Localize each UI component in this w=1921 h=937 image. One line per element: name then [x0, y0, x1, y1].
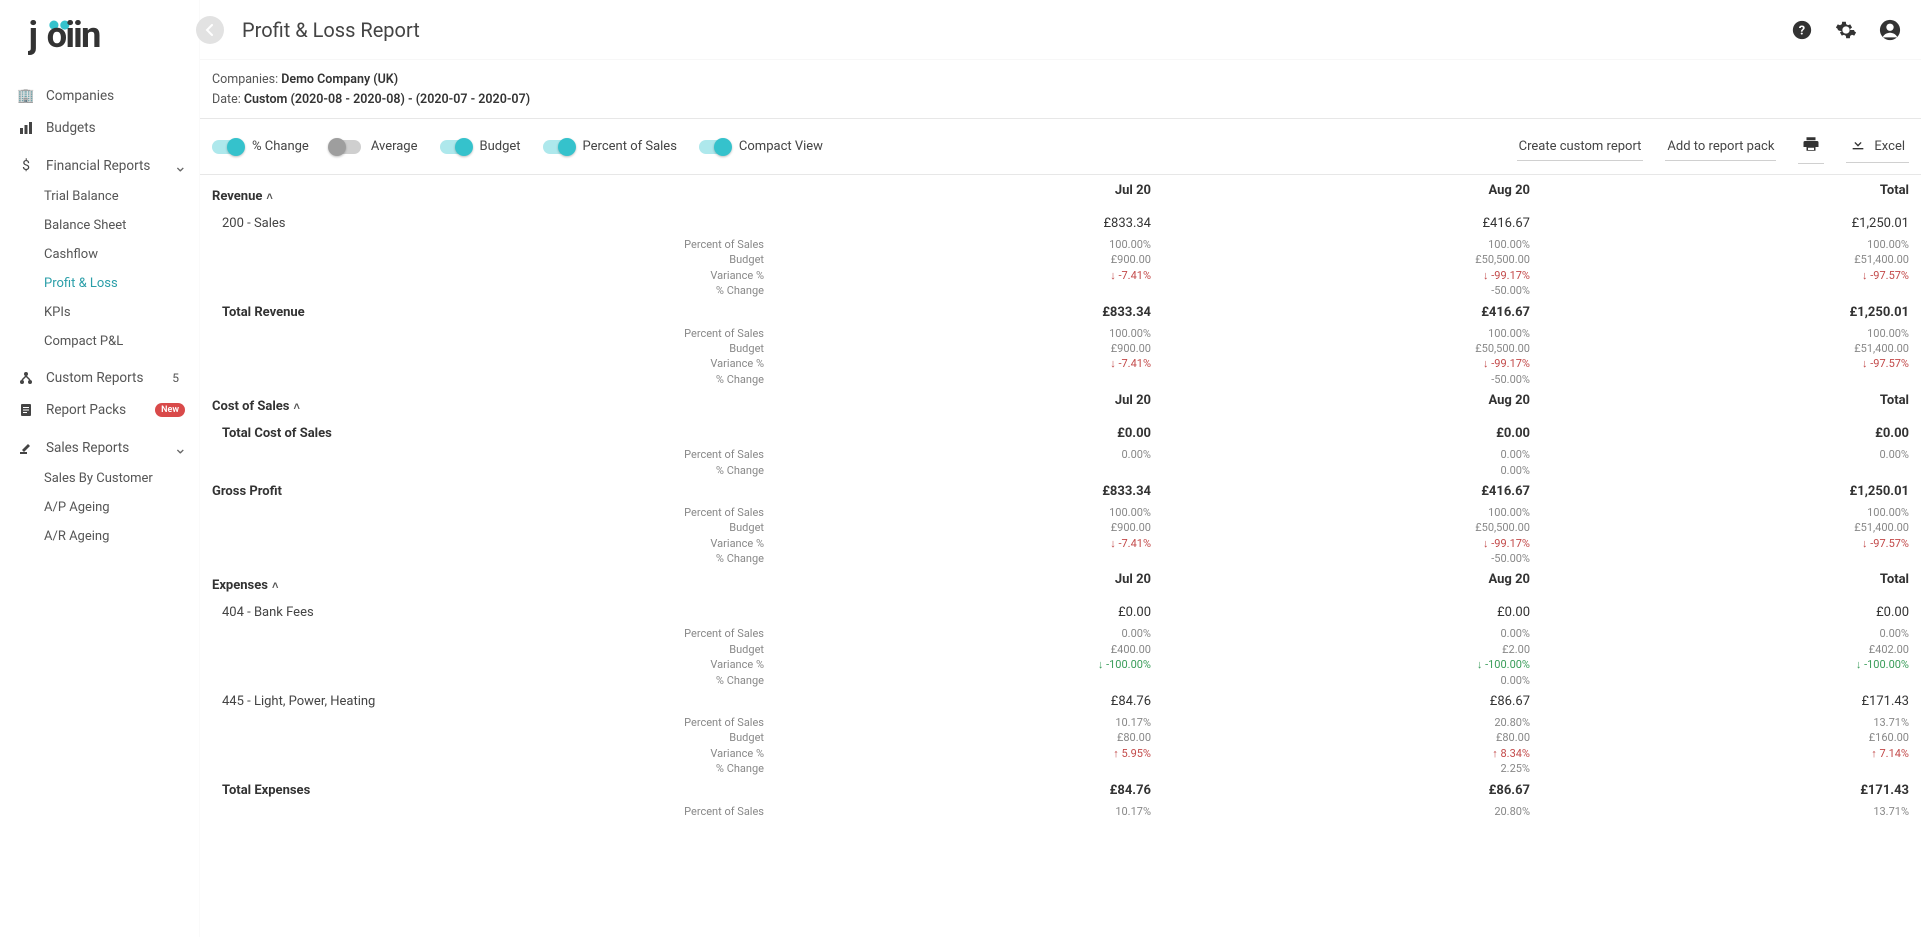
value: £833.34: [772, 210, 1151, 237]
sidebar-sub-trial-balance[interactable]: Trial Balance: [0, 182, 199, 211]
page-title: Profit & Loss Report: [242, 18, 420, 42]
toggle-label: Compact View: [739, 139, 823, 154]
gear-icon[interactable]: [1835, 19, 1857, 41]
line-404-bank-fees[interactable]: 404 - Bank Fees: [212, 599, 772, 626]
sidebar-item-companies[interactable]: 🏢 Companies: [0, 80, 199, 112]
document-icon: [18, 402, 34, 418]
companies-label: Companies:: [212, 72, 281, 87]
line-445-light-power-heating[interactable]: 445 - Light, Power, Heating: [212, 688, 772, 715]
chevron-down-icon: ⌄: [174, 157, 187, 176]
new-badge: New: [155, 403, 185, 417]
caret-up-icon: ˄: [293, 400, 299, 413]
sidebar: j oiin 🏢 Companies Budgets $ Financial R: [0, 0, 200, 937]
sidebar-item-budgets[interactable]: Budgets: [0, 112, 199, 144]
sidebar-item-label: Custom Reports: [46, 370, 143, 386]
col-header: Jul 20: [772, 177, 1151, 204]
toggle-compact[interactable]: Compact View: [699, 139, 823, 154]
excel-label: Excel: [1874, 139, 1905, 154]
add-to-report-pack-button[interactable]: Add to report pack: [1665, 133, 1776, 161]
sublabel: % Change: [212, 283, 772, 298]
toggle-label: % Change: [252, 139, 309, 154]
topbar: Profit & Loss Report ?: [200, 0, 1921, 60]
gross-profit: Gross Profit: [212, 478, 772, 505]
sidebar-sub-compact-pl[interactable]: Compact P&L: [0, 327, 199, 356]
sidebar-item-label: Report Packs: [46, 402, 126, 418]
subheader: Companies: Demo Company (UK) Date: Custo…: [200, 60, 1921, 119]
caret-up-icon: ˄: [266, 190, 272, 203]
sidebar-sub-sales-by-customer[interactable]: Sales By Customer: [0, 464, 199, 493]
toggle-pct-sales[interactable]: Percent of Sales: [543, 139, 677, 154]
sidebar-sub-balance-sheet[interactable]: Balance Sheet: [0, 211, 199, 240]
excel-button[interactable]: Excel: [1846, 130, 1909, 163]
building-icon: 🏢: [18, 88, 34, 104]
printer-icon: [1802, 135, 1820, 157]
switch-on-icon: [212, 140, 242, 154]
sidebar-item-custom-reports[interactable]: Custom Reports 5: [0, 362, 199, 394]
switch-on-icon: [699, 140, 729, 154]
svg-text:j: j: [28, 16, 36, 56]
sidebar-item-label: Budgets: [46, 120, 96, 136]
sidebar-item-label: Sales Reports: [46, 440, 129, 456]
caret-up-icon: ˄: [272, 579, 278, 592]
count-badge: 5: [172, 371, 179, 385]
total-cost-of-sales: Total Cost of Sales: [212, 420, 772, 447]
switch-off-icon: [331, 140, 361, 154]
bar-chart-icon: [18, 120, 34, 136]
sidebar-sub-kpis[interactable]: KPIs: [0, 298, 199, 327]
toggle-label: Average: [371, 139, 418, 154]
section-revenue[interactable]: Revenue ˄: [212, 177, 772, 210]
sidebar-item-financial-reports[interactable]: $ Financial Reports ⌄: [0, 150, 199, 182]
section-title: Revenue: [212, 189, 262, 204]
gavel-icon: [18, 440, 34, 456]
back-button[interactable]: [196, 16, 224, 44]
value: £1,250.01: [1530, 210, 1909, 237]
date-value: Custom (2020-08 - 2020-08) - (2020-07 - …: [244, 92, 530, 107]
toggle-budget[interactable]: Budget: [440, 139, 521, 154]
toggle-label: Percent of Sales: [583, 139, 677, 154]
toggle-average[interactable]: Average: [331, 139, 418, 154]
download-icon: [1850, 136, 1866, 156]
sublabel: Variance %: [212, 268, 772, 283]
switch-on-icon: [440, 140, 470, 154]
sidebar-item-sales-reports[interactable]: Sales Reports ⌄: [0, 432, 199, 464]
sidebar-sub-cashflow[interactable]: Cashflow: [0, 240, 199, 269]
logo: j oiin: [0, 10, 199, 74]
hierarchy-icon: [18, 370, 34, 386]
date-label: Date:: [212, 92, 244, 107]
toggle-pct-change[interactable]: % Change: [212, 139, 309, 154]
svg-text:?: ?: [1799, 23, 1805, 38]
sidebar-item-report-packs[interactable]: Report Packs New: [0, 394, 199, 426]
sidebar-item-label: Financial Reports: [46, 158, 150, 174]
total-revenue: Total Revenue: [212, 299, 772, 326]
section-cost-of-sales[interactable]: Cost of Sales˄: [212, 387, 772, 420]
sublabel: Percent of Sales: [212, 237, 772, 252]
help-icon[interactable]: ?: [1791, 19, 1813, 41]
sidebar-sub-profit-loss[interactable]: Profit & Loss: [0, 269, 199, 298]
report-body: Revenue ˄ Jul 20 Aug 20 Total 200 - Sales…: [200, 175, 1921, 937]
sidebar-item-label: Companies: [46, 88, 114, 104]
dollar-icon: $: [18, 158, 34, 174]
create-custom-report-button[interactable]: Create custom report: [1517, 133, 1644, 161]
section-expenses[interactable]: Expenses˄: [212, 566, 772, 599]
account-icon[interactable]: [1879, 19, 1901, 41]
sidebar-sub-ar-ageing[interactable]: A/R Ageing: [0, 522, 199, 551]
col-header: Aug 20: [1151, 177, 1530, 204]
value: £416.67: [1151, 210, 1530, 237]
chevron-down-icon: ⌄: [174, 439, 187, 458]
toggle-label: Budget: [480, 139, 521, 154]
col-header: Total: [1530, 177, 1909, 204]
companies-value: Demo Company (UK): [281, 72, 398, 87]
switch-on-icon: [543, 140, 573, 154]
svg-text:oiin: oiin: [47, 16, 100, 56]
controls-bar: % Change Average Budget Percent of Sales…: [200, 119, 1921, 175]
line-200-sales[interactable]: 200 - Sales: [212, 210, 772, 237]
total-expenses: Total Expenses: [212, 777, 772, 804]
sidebar-sub-ap-ageing[interactable]: A/P Ageing: [0, 493, 199, 522]
print-button[interactable]: [1798, 129, 1824, 164]
main: Profit & Loss Report ? Companies: Demo C…: [200, 0, 1921, 937]
sublabel: Budget: [212, 252, 772, 267]
